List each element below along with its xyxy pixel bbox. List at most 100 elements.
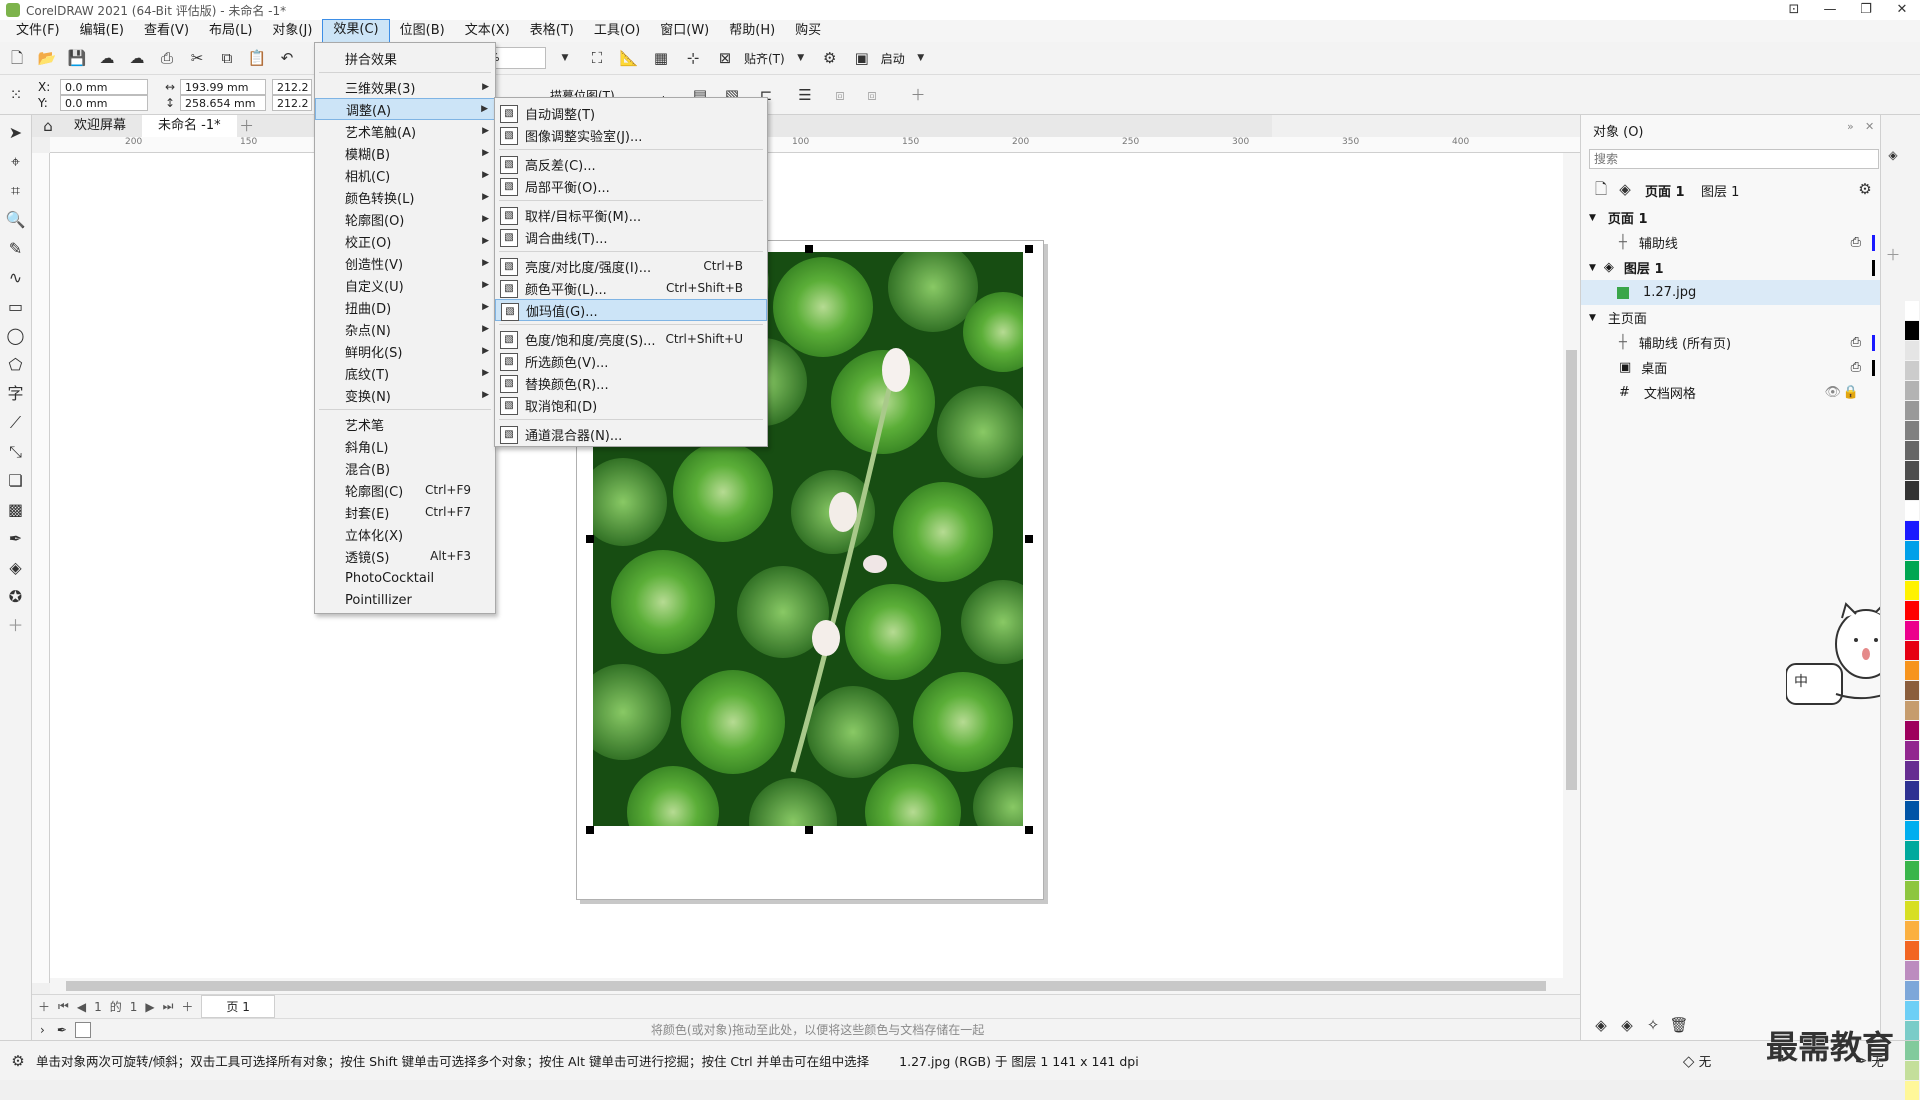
menu-edit[interactable]: 编辑(E) <box>70 20 134 42</box>
page-icon[interactable]: 🗋 <box>1591 179 1611 199</box>
effects_menu-item[interactable]: 自定义(U) ▶ <box>315 274 495 296</box>
close-button[interactable]: ✕ <box>1884 0 1920 20</box>
menu-tools[interactable]: 工具(O) <box>584 20 650 42</box>
tab-welcome-screen[interactable]: 欢迎屏幕 <box>58 115 142 137</box>
effects_menu-item[interactable]: 模糊(B) ▶ <box>315 142 495 164</box>
adjust_submenu-item[interactable]: ▧ 亮度/对比度/强度(I)... Ctrl+B <box>495 255 767 277</box>
palette-swatch[interactable] <box>1905 841 1919 860</box>
new-master-layer-icon[interactable]: ◈ <box>1617 1015 1637 1035</box>
palette-swatch[interactable] <box>1905 881 1919 900</box>
palette-swatch[interactable] <box>1905 1021 1919 1040</box>
adjust_submenu-item[interactable]: ▧ 取样/目标平衡(M)... <box>495 204 767 226</box>
palette-swatch[interactable] <box>1905 641 1919 660</box>
docker-close-icon[interactable]: ✕ <box>1865 120 1874 133</box>
effects_menu-item[interactable]: 校正(O) ▶ <box>315 230 495 252</box>
add-docker-icon[interactable]: ＋ <box>1883 245 1903 265</box>
lock-icon[interactable]: 🔒 <box>1843 385 1859 400</box>
menu-layout[interactable]: 布局(L) <box>199 20 262 42</box>
scale-x-field[interactable]: 212.2 <box>272 79 312 95</box>
palette-swatch[interactable] <box>1905 361 1919 380</box>
palette-swatch[interactable] <box>1905 341 1919 360</box>
menu-window[interactable]: 窗口(W) <box>650 20 719 42</box>
adjust_submenu-item[interactable]: ▧ 高反差(C)... <box>495 153 767 175</box>
effects_menu-item[interactable]: 拼合效果 <box>315 47 495 69</box>
effects_menu-item[interactable]: 轮廓图(C) Ctrl+F9 <box>315 479 495 501</box>
adjust_submenu-item[interactable]: ▧ 图像调整实验室(J)... <box>495 124 767 146</box>
expand-arrow-icon[interactable]: ▼ <box>1589 213 1596 223</box>
shape-tool-icon[interactable]: ⌖ <box>4 150 28 174</box>
palette-swatch[interactable] <box>1905 401 1919 420</box>
menu-buy[interactable]: 购买 <box>785 20 831 42</box>
align-icon[interactable]: ☰ <box>795 85 815 105</box>
snap-off-icon[interactable]: ⊠ <box>712 45 738 71</box>
save-icon[interactable]: 💾 <box>64 45 90 71</box>
palette-swatch[interactable] <box>1905 761 1919 780</box>
tree-row-desktop[interactable]: ▣ 桌面 ⎙ <box>1581 355 1881 380</box>
layers-icon[interactable]: ◈ <box>1615 179 1635 199</box>
effects_menu-item[interactable]: PhotoCocktail <box>315 567 495 589</box>
palette-swatch[interactable] <box>1905 581 1919 600</box>
show-guides-icon[interactable]: ⊹ <box>680 45 706 71</box>
palette-swatch[interactable] <box>1905 861 1919 880</box>
palette-swatch[interactable] <box>1905 1061 1919 1080</box>
paste-icon[interactable]: 📋 <box>244 45 270 71</box>
menu-file[interactable]: 文件(F) <box>6 20 70 42</box>
palette-swatch[interactable] <box>1905 781 1919 800</box>
new-layer-icon[interactable]: ◈ <box>1591 1015 1611 1035</box>
status-gear-icon[interactable]: ⚙ <box>8 1051 28 1071</box>
eyedropper-icon[interactable]: ✒ <box>57 1023 67 1037</box>
add-page-icon[interactable]: ＋ <box>38 998 50 1015</box>
docker-collapse-icon[interactable]: » <box>1847 120 1854 133</box>
polygon-tool-icon[interactable]: ⬠ <box>4 353 28 377</box>
objects-search-input[interactable] <box>1589 149 1879 169</box>
adjust_submenu-item[interactable]: ▧ 颜色平衡(L)... Ctrl+Shift+B <box>495 277 767 299</box>
show-grid-icon[interactable]: ▦ <box>648 45 674 71</box>
next-page-icon[interactable]: ▶ <box>145 1000 154 1014</box>
effects_menu-item[interactable]: Pointillizer <box>315 589 495 611</box>
smart-fill-icon[interactable]: ✪ <box>4 585 28 609</box>
effects_menu-item[interactable]: 颜色转换(L) ▶ <box>315 186 495 208</box>
adjust_submenu-item[interactable]: ▧ 通道混合器(N)... <box>495 423 767 445</box>
effects_menu-item[interactable]: 鲜明化(S) ▶ <box>315 340 495 362</box>
horizontal-ruler[interactable]: 200 150 100 150 200 250 300 350 400 <box>50 137 1580 153</box>
palette-swatch[interactable] <box>1905 1081 1919 1100</box>
palette-swatch[interactable] <box>1905 821 1919 840</box>
home-icon[interactable]: ⌂ <box>38 116 58 136</box>
cloud-download-icon[interactable]: ☁ <box>94 45 120 71</box>
restore-icon[interactable]: ⊡ <box>1776 0 1812 20</box>
cloud-upload-icon[interactable]: ☁ <box>124 45 150 71</box>
palette-swatch[interactable] <box>1905 421 1919 440</box>
ellipse-tool-icon[interactable]: ◯ <box>4 324 28 348</box>
maximize-button[interactable]: ❐ <box>1848 0 1884 20</box>
print-toggle-icon[interactable]: ⎙ <box>1851 235 1861 250</box>
palette-swatch[interactable] <box>1905 381 1919 400</box>
text-tool-icon[interactable]: 字 <box>4 382 28 406</box>
effects_menu-item[interactable]: 轮廓图(O) ▶ <box>315 208 495 230</box>
zoom-dropdown-icon[interactable]: ▼ <box>552 45 578 71</box>
undo-icon[interactable]: ↶ <box>274 45 300 71</box>
palette-swatch[interactable] <box>1905 701 1919 720</box>
palette-swatch[interactable] <box>1905 561 1919 580</box>
interactive-fill-icon[interactable]: ◈ <box>4 556 28 580</box>
adjust_submenu-item[interactable]: ▧ 局部平衡(O)... <box>495 175 767 197</box>
rectangle-tool-icon[interactable]: ▭ <box>4 295 28 319</box>
cut-icon[interactable]: ✂ <box>184 45 210 71</box>
add-page-after-icon[interactable]: ＋ <box>181 998 193 1015</box>
print-toggle-icon[interactable]: ⎙ <box>1851 360 1861 375</box>
palette-swatch[interactable] <box>1905 481 1919 500</box>
adjust_submenu-item[interactable]: ▧ 自动调整(T) <box>495 102 767 124</box>
palette-swatch[interactable] <box>1905 941 1919 960</box>
palette-swatch[interactable] <box>1905 661 1919 680</box>
drop-shadow-icon[interactable]: ❏ <box>4 469 28 493</box>
adjust_submenu-item[interactable]: ▧ 替换颜色(R)... <box>495 372 767 394</box>
palette-swatch[interactable] <box>1905 721 1919 740</box>
minimize-button[interactable]: — <box>1812 0 1848 20</box>
effects_menu-item[interactable]: 混合(B) <box>315 457 495 479</box>
adjust_submenu-item[interactable]: ▧ 色度/饱和度/亮度(S)... Ctrl+Shift+U <box>495 328 767 350</box>
parallel-dimension-icon[interactable]: ⟋ <box>4 411 28 435</box>
print-icon[interactable]: ⎙ <box>154 45 180 71</box>
connector-tool-icon[interactable]: ⤡ <box>4 440 28 464</box>
eyedropper-icon[interactable]: ✒ <box>4 527 28 551</box>
effects_menu-item[interactable]: 杂点(N) ▶ <box>315 318 495 340</box>
page-tab[interactable]: 页 1 <box>201 995 275 1018</box>
